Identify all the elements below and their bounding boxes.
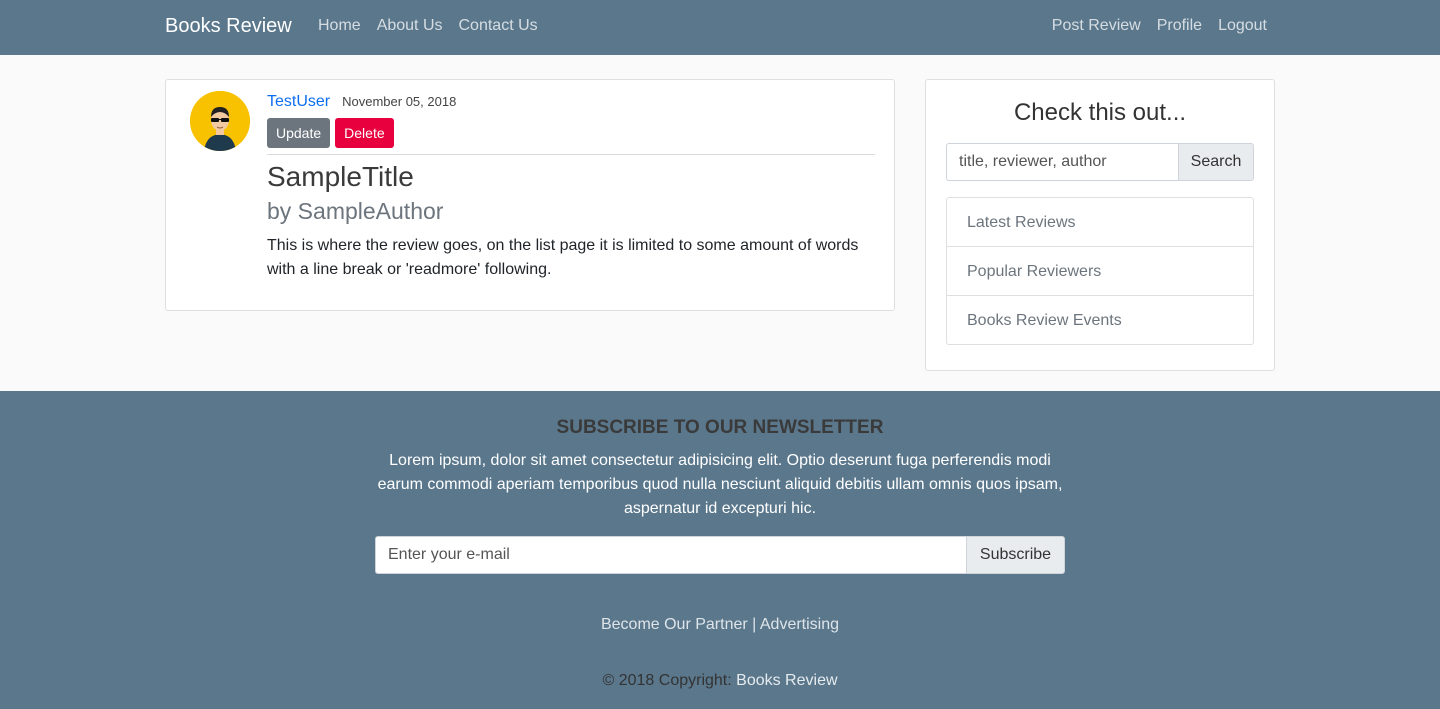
username-link[interactable]: TestUser	[267, 93, 330, 111]
nav-contact-us[interactable]: Contact Us	[459, 17, 538, 35]
sidebar-item-books-review-events[interactable]: Books Review Events	[947, 296, 1253, 344]
delete-button[interactable]: Delete	[335, 118, 394, 148]
copyright: © 2018 Copyright: Books Review	[0, 672, 1440, 690]
copyright-link[interactable]: Books Review	[736, 672, 837, 689]
navbar: Books Review Home About Us Contact Us Po…	[0, 0, 1440, 55]
search-button[interactable]: Search	[1178, 143, 1254, 181]
partner-links: Become Our Partner | Advertising	[0, 616, 1440, 634]
main-content: TestUser November 05, 2018 Update Delete…	[0, 55, 1440, 391]
sidebar-card: Check this out... Search Latest Reviews …	[925, 79, 1275, 371]
brand-link[interactable]: Books Review	[165, 15, 292, 38]
review-card: TestUser November 05, 2018 Update Delete…	[165, 79, 895, 311]
search-group: Search	[946, 143, 1254, 181]
footer: SUBSCRIBE TO OUR NEWSLETTER Lorem ipsum,…	[0, 391, 1440, 709]
nav-post-review[interactable]: Post Review	[1052, 17, 1141, 35]
review-date: November 05, 2018	[342, 94, 457, 109]
partner-link[interactable]: Become Our Partner	[601, 616, 748, 633]
review-text: This is where the review goes, on the li…	[267, 237, 859, 278]
sidebar-item-latest-reviews[interactable]: Latest Reviews	[947, 198, 1253, 247]
subscribe-group: Subscribe	[375, 536, 1065, 574]
newsletter-title: SUBSCRIBE TO OUR NEWSLETTER	[556, 417, 884, 438]
nav-left: Home About Us Contact Us	[318, 17, 538, 35]
sidebar-item-popular-reviewers[interactable]: Popular Reviewers	[947, 247, 1253, 296]
review-actions: Update Delete	[267, 118, 875, 148]
nav-profile[interactable]: Profile	[1157, 17, 1202, 35]
subscribe-button[interactable]: Subscribe	[966, 536, 1065, 574]
advertising-link[interactable]: Advertising	[760, 616, 839, 633]
nav-logout[interactable]: Logout	[1218, 17, 1267, 35]
review-title: SampleTitle	[267, 161, 414, 192]
email-input[interactable]	[375, 536, 966, 574]
review-body: TestUser November 05, 2018 Update Delete…	[267, 93, 875, 282]
link-separator: |	[752, 616, 757, 633]
user-with-sunglasses-icon	[190, 91, 250, 151]
nav-right: Post Review Profile Logout	[1052, 17, 1267, 35]
review-meta: TestUser November 05, 2018	[267, 93, 875, 111]
copyright-text: © 2018 Copyright:	[602, 672, 732, 689]
sidebar-title: Check this out...	[1013, 99, 1187, 126]
nav-about-us[interactable]: About Us	[377, 17, 443, 35]
review-author: by SampleAuthor	[267, 198, 444, 224]
search-input[interactable]	[946, 143, 1178, 181]
nav-home[interactable]: Home	[318, 17, 361, 35]
update-button[interactable]: Update	[267, 118, 331, 148]
sidebar-list: Latest Reviews Popular Reviewers Books R…	[946, 197, 1254, 345]
divider	[267, 154, 875, 155]
newsletter-text: Lorem ipsum, dolor sit amet consectetur …	[377, 452, 1063, 517]
